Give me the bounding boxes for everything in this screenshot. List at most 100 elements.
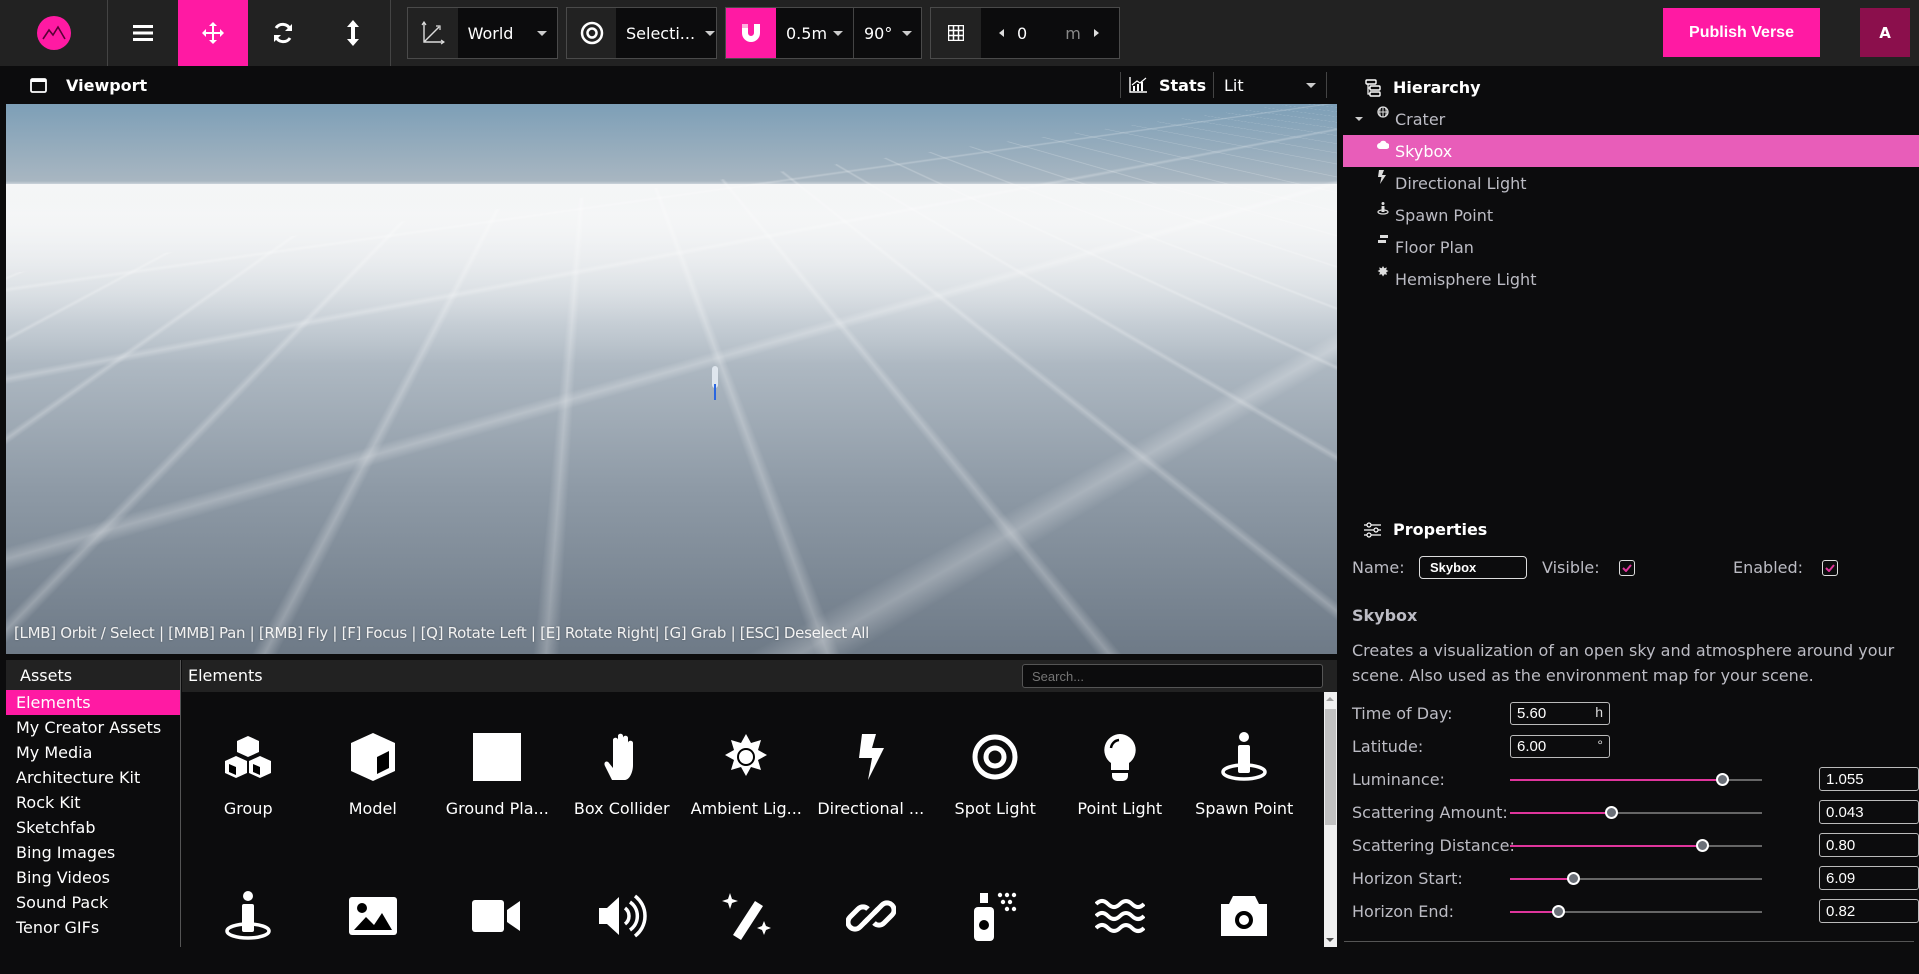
enabled-checkbox[interactable] — [1822, 560, 1838, 576]
app-logo[interactable] — [0, 0, 108, 66]
rotate-tool-button[interactable] — [248, 0, 318, 66]
render-mode-select[interactable]: Lit — [1213, 72, 1327, 98]
element-tile[interactable] — [1182, 852, 1307, 974]
elements-scrollbar[interactable] — [1324, 692, 1337, 947]
luminance-row: Luminance: 1.055 — [1352, 767, 1919, 792]
spawn-point-gizmo[interactable] — [711, 366, 719, 400]
element-tile[interactable]: Box Collider — [560, 696, 685, 818]
scattering-distance-input[interactable]: 0.80 — [1819, 833, 1919, 857]
asset-category-bing-videos[interactable]: Bing Videos — [6, 865, 180, 890]
space-selector[interactable]: World — [407, 7, 558, 59]
element-tile-label: Box Collider — [573, 799, 670, 818]
asset-category-my-media[interactable]: My Media — [6, 740, 180, 765]
publish-button[interactable]: Publish Verse — [1663, 8, 1820, 57]
bolt-icon — [858, 733, 884, 780]
scattering-distance-row: Scattering Distance: 0.80 — [1352, 833, 1919, 858]
tree-item-spawn-point[interactable]: Spawn Point — [1340, 199, 1919, 231]
element-tile[interactable]: Model — [311, 696, 436, 818]
grid-toggle-button[interactable] — [931, 8, 981, 58]
scattering-amount-input[interactable]: 0.043 — [1819, 800, 1919, 824]
name-label: Name: — [1352, 558, 1405, 577]
time-of-day-label: Time of Day: — [1352, 704, 1453, 723]
sun-icon — [725, 733, 768, 776]
hierarchy-panel: Hierarchy Crater Skybox Directional Ligh… — [1340, 66, 1919, 506]
asset-category-tenor-gifs[interactable]: Tenor GIFs — [6, 915, 180, 940]
collapse-icon[interactable] — [1355, 117, 1363, 121]
viewport-canvas[interactable]: [LMB] Orbit / Select | [MMB] Pan | [RMB]… — [6, 104, 1337, 654]
tree-item-label: Spawn Point — [1395, 205, 1494, 225]
element-tile[interactable] — [684, 852, 809, 974]
scale-tool-button[interactable] — [318, 0, 388, 66]
move-tool-button[interactable] — [178, 0, 248, 66]
tree-item-directional-light[interactable]: Directional Light — [1340, 167, 1919, 199]
menu-button[interactable] — [108, 0, 178, 66]
slider-handle[interactable] — [1604, 806, 1618, 819]
time-of-day-input[interactable]: 5.60 h — [1510, 702, 1610, 725]
name-input[interactable] — [1419, 556, 1527, 579]
hamburger-icon — [133, 25, 153, 41]
element-tile[interactable] — [435, 852, 560, 974]
tree-item-floor-plan[interactable]: Floor Plan — [1340, 231, 1919, 263]
component-title: Skybox — [1352, 606, 1418, 625]
elements-search-input[interactable] — [1022, 664, 1323, 688]
snap-angle-select[interactable]: 90° — [854, 8, 921, 58]
latitude-input[interactable]: 6.00 ° — [1510, 735, 1610, 758]
grid-size-value[interactable]: 0 — [1017, 24, 1027, 43]
element-tile[interactable] — [186, 852, 311, 974]
scattering-amount-slider[interactable] — [1510, 806, 1762, 819]
grid-increment-button[interactable] — [1093, 29, 1099, 37]
element-tile[interactable]: Ambient Lig... — [684, 696, 809, 818]
slider-handle[interactable] — [1715, 773, 1729, 786]
asset-category-sound-pack[interactable]: Sound Pack — [6, 890, 180, 915]
element-tile[interactable]: Point Light — [1058, 696, 1183, 818]
asset-category-architecture-kit[interactable]: Architecture Kit — [6, 765, 180, 790]
element-tile[interactable]: Spawn Point — [1182, 696, 1307, 818]
square-icon — [473, 732, 522, 781]
element-tile[interactable]: Directional ... — [809, 696, 934, 818]
tree-item-hemisphere-light[interactable]: Hemisphere Light — [1340, 263, 1919, 295]
slider-handle[interactable] — [1695, 839, 1709, 852]
properties-panel: Properties Name: Visible: Enabled: Skybo… — [1340, 506, 1919, 947]
tree-item-label: Skybox — [1395, 141, 1453, 161]
element-tile[interactable] — [809, 852, 934, 974]
snap-toggle-button[interactable] — [726, 8, 776, 58]
pivot-selector[interactable]: Selecti... — [566, 7, 717, 59]
horizon-start-input[interactable]: 6.09 — [1819, 866, 1919, 890]
horizon-end-input[interactable]: 0.82 — [1819, 899, 1919, 923]
stats-button[interactable]: Stats — [1120, 72, 1206, 98]
element-tile[interactable] — [560, 852, 685, 974]
luminance-slider[interactable] — [1510, 773, 1762, 786]
slider-handle[interactable] — [1551, 905, 1565, 918]
asset-category-elements[interactable]: Elements — [6, 690, 180, 715]
grid-decrement-button[interactable] — [999, 29, 1004, 37]
scroll-up-icon[interactable] — [1326, 697, 1334, 701]
element-tile[interactable] — [1058, 852, 1183, 974]
properties-title: Properties — [1393, 520, 1488, 539]
element-tile[interactable] — [933, 852, 1058, 974]
snap-distance-select[interactable]: 0.5m — [776, 8, 854, 58]
asset-category-bing-images[interactable]: Bing Images — [6, 840, 180, 865]
magic-wand-icon — [722, 893, 772, 940]
asset-category-my-creator-assets[interactable]: My Creator Assets — [6, 715, 180, 740]
scrollbar-thumb[interactable] — [1325, 709, 1336, 825]
element-tile-label: Spot Light — [954, 799, 1036, 818]
slider-handle[interactable] — [1567, 872, 1580, 885]
element-tile[interactable]: Group — [186, 696, 311, 818]
user-avatar[interactable]: A — [1860, 8, 1910, 57]
asset-category-rock-kit[interactable]: Rock Kit — [6, 790, 180, 815]
scattering-distance-slider[interactable] — [1510, 839, 1762, 852]
tree-item-skybox[interactable]: Skybox — [1343, 135, 1919, 167]
element-tile[interactable]: Ground Pla... — [435, 696, 560, 818]
hierarchy-title: Hierarchy — [1393, 78, 1481, 97]
grid-icon — [948, 25, 964, 41]
visible-checkbox[interactable] — [1619, 560, 1635, 576]
element-tile[interactable] — [311, 852, 436, 974]
horizon-start-slider[interactable] — [1510, 872, 1762, 885]
tree-item-crater[interactable]: Crater — [1340, 103, 1919, 135]
scroll-down-icon[interactable] — [1326, 938, 1334, 942]
axis-icon — [408, 8, 458, 58]
horizon-end-slider[interactable] — [1510, 905, 1762, 918]
luminance-input[interactable]: 1.055 — [1819, 767, 1919, 791]
asset-category-sketchfab[interactable]: Sketchfab — [6, 815, 180, 840]
element-tile[interactable]: Spot Light — [933, 696, 1058, 818]
